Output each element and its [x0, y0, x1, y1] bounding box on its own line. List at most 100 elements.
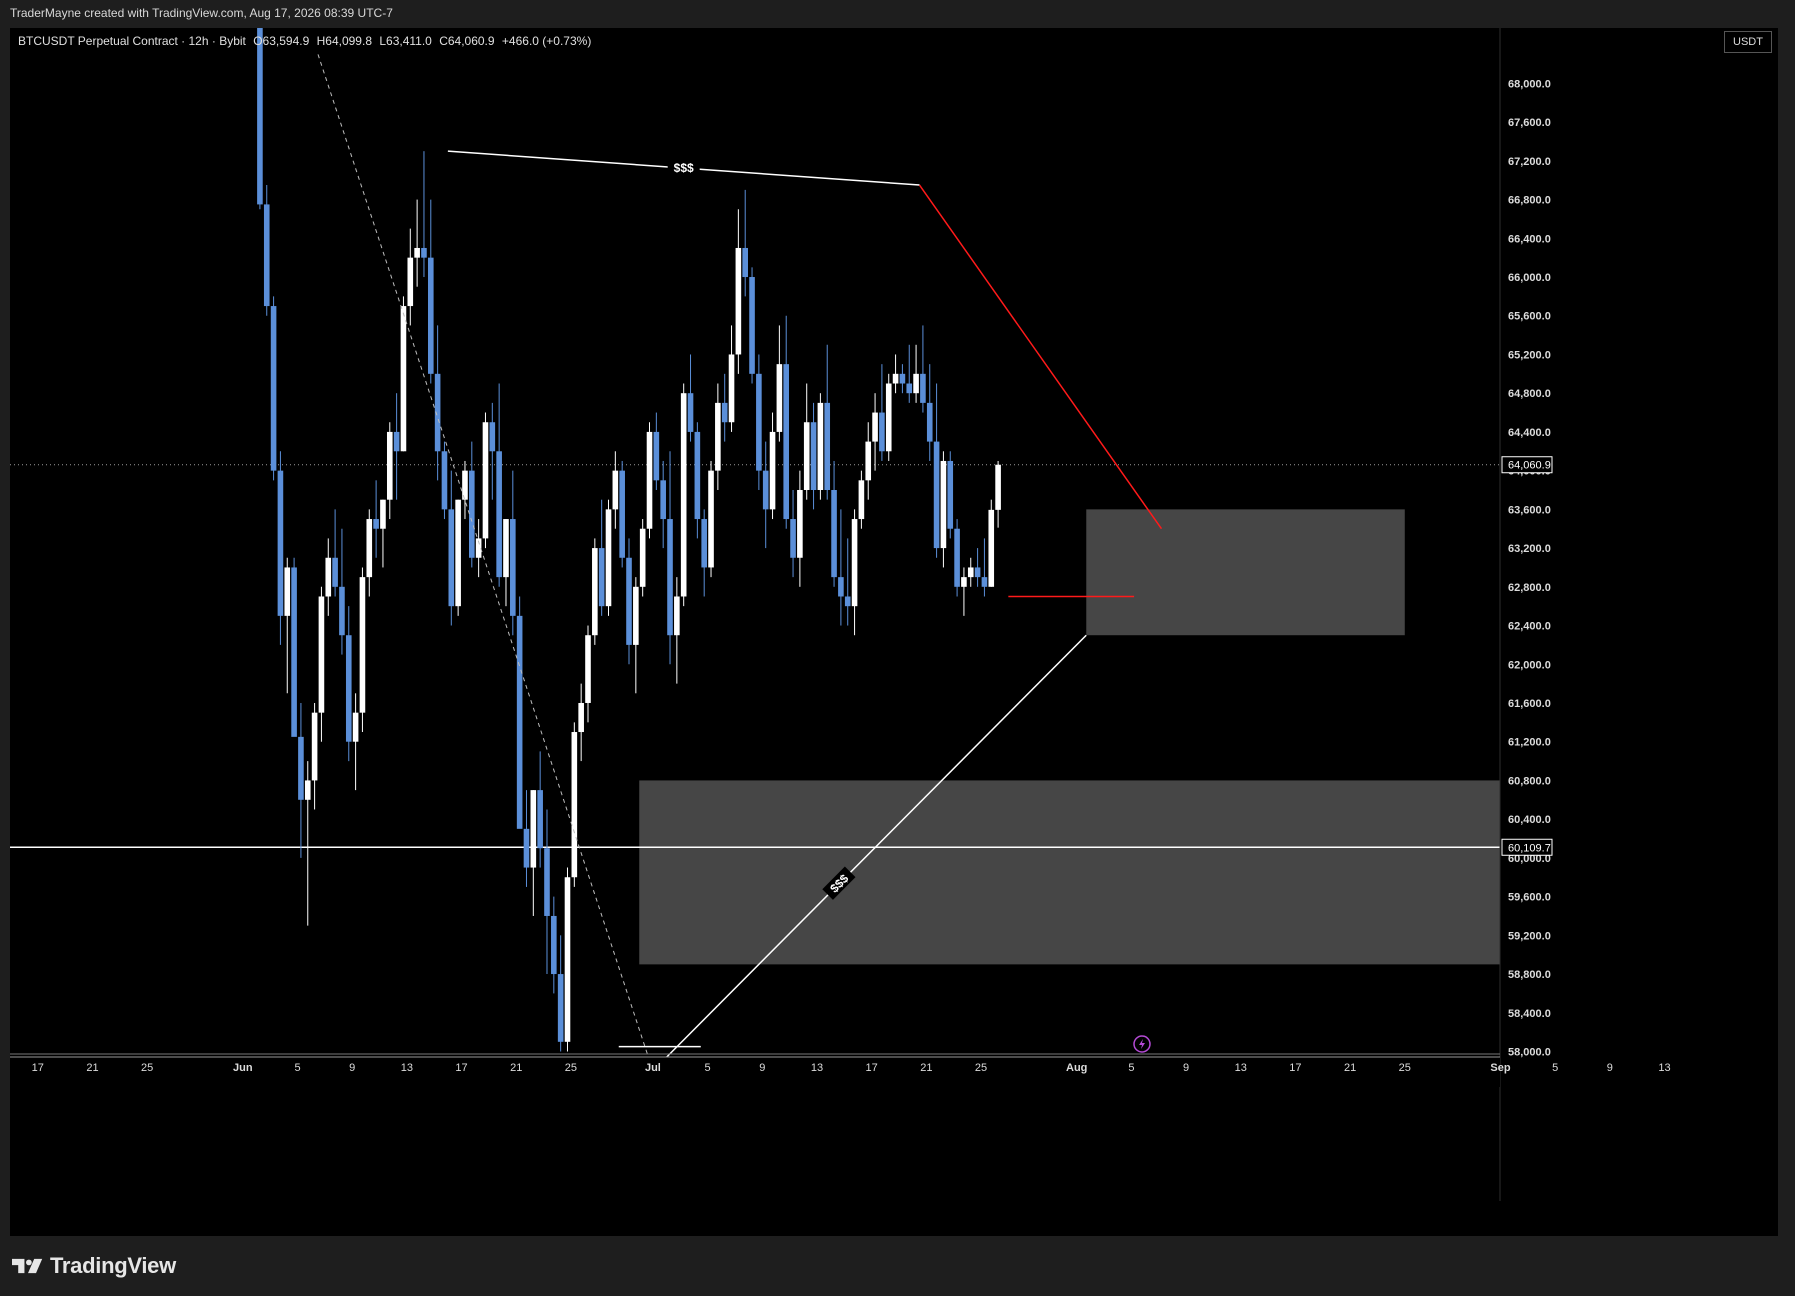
candle-body — [783, 364, 790, 520]
candle-body — [441, 451, 448, 510]
candle-body — [482, 422, 489, 539]
candle-body — [742, 247, 749, 278]
price-tick-label: 67,600.0 — [1508, 117, 1551, 129]
candle-body — [325, 557, 332, 597]
candle-body — [304, 780, 311, 800]
legend-close: C64,060.9 — [439, 34, 495, 48]
price-tick-label: 67,200.0 — [1508, 156, 1551, 168]
candle — [626, 538, 632, 665]
candle-body — [291, 567, 297, 737]
candle — [462, 460, 468, 520]
date-tick-label: 17 — [1289, 1062, 1301, 1074]
legend-low: L63,411.0 — [379, 34, 432, 48]
candle — [687, 354, 694, 442]
candle-body — [311, 712, 318, 781]
date-tick-label: 25 — [141, 1062, 153, 1074]
candle-body — [585, 635, 591, 703]
price-tick-label: 60,400.0 — [1508, 814, 1551, 826]
price-tick-label: 68,000.0 — [1508, 78, 1551, 90]
price-tick-label: 58,800.0 — [1508, 969, 1551, 981]
candle-body — [756, 373, 762, 471]
date-tick-label: 25 — [975, 1062, 987, 1074]
candle-body — [598, 548, 605, 607]
candle-body — [270, 306, 277, 471]
candle-body — [667, 519, 673, 636]
candle — [475, 519, 482, 578]
candle-body — [892, 373, 899, 384]
candle-body — [496, 451, 502, 578]
date-tick-label: Sep — [1490, 1062, 1510, 1074]
candle-body — [393, 431, 400, 452]
symbol-name: BTCUSDT Perpetual Contract · 12h · Bybit — [18, 34, 246, 48]
candlestick-chart[interactable]: $$$$$$58,000.058,400.058,800.059,200.059… — [10, 28, 1778, 1236]
candle — [721, 373, 728, 442]
candle — [523, 790, 530, 887]
candle-body — [537, 790, 543, 849]
candle-body — [715, 402, 721, 471]
price-tick-label: 63,200.0 — [1508, 543, 1551, 555]
chart-area[interactable]: $$$ $$$ 58,000.0 58,400.0 58,800.0 59,200.0 59… — [10, 28, 1778, 1236]
candle-body — [810, 422, 817, 491]
date-tick-label: Jun — [233, 1062, 253, 1074]
date-tick-label: Aug — [1066, 1062, 1087, 1074]
candle — [592, 538, 598, 645]
date-tick-label: 21 — [1344, 1062, 1356, 1074]
supply-demand-zone — [639, 780, 1500, 965]
date-tick-label: 17 — [866, 1062, 878, 1074]
candle-body — [913, 373, 919, 394]
candle — [373, 480, 379, 558]
candle — [667, 451, 673, 665]
candle-body — [933, 441, 940, 549]
date-tick-label: 13 — [1658, 1062, 1670, 1074]
candle — [872, 393, 878, 471]
candle — [304, 761, 311, 926]
candle-body — [427, 257, 434, 374]
tradingview-logo[interactable]: TradingView — [12, 1252, 176, 1280]
candle-body — [400, 306, 407, 452]
date-tick-label: 9 — [349, 1062, 355, 1074]
candle — [537, 751, 543, 868]
candle — [277, 451, 284, 645]
price-tick-label: 60,800.0 — [1508, 775, 1551, 787]
date-tick-label: 25 — [565, 1062, 577, 1074]
price-tick-label: 64,800.0 — [1508, 388, 1551, 400]
candle-body — [749, 277, 755, 374]
candle-body — [885, 383, 892, 452]
candle-body — [339, 586, 345, 636]
candle — [332, 509, 338, 597]
candle — [510, 470, 516, 636]
legend-open: O63,594.9 — [253, 34, 310, 48]
candle — [892, 354, 899, 394]
candle-body — [455, 499, 461, 607]
candle — [660, 460, 666, 549]
candle — [947, 451, 954, 539]
date-tick-label: 13 — [401, 1062, 413, 1074]
candle-body — [728, 354, 735, 423]
price-tick-label: 65,200.0 — [1508, 349, 1551, 361]
date-tick-label: 9 — [1607, 1062, 1613, 1074]
currency-button[interactable]: USDT — [1724, 31, 1772, 53]
candle-body — [824, 402, 831, 491]
current-price-label: 64,060.9 — [1508, 460, 1551, 472]
candle-body — [284, 567, 291, 616]
candle-body — [605, 509, 612, 607]
candle-body — [612, 470, 619, 510]
candle — [359, 567, 366, 733]
candle-body — [510, 519, 516, 616]
candle-body — [421, 247, 427, 258]
candle — [619, 460, 625, 568]
candle — [674, 577, 680, 684]
candle — [838, 509, 844, 626]
brand-name: TradingView — [50, 1253, 176, 1278]
candle-body — [557, 974, 564, 1042]
candle-body — [359, 577, 366, 713]
date-tick-label: Jul — [645, 1062, 661, 1074]
candle — [345, 606, 352, 762]
price-tick-label: 66,800.0 — [1508, 195, 1551, 207]
price-tick-label: 58,000.0 — [1508, 1047, 1551, 1059]
candle-body — [803, 422, 810, 491]
candle — [263, 185, 270, 316]
candle — [749, 267, 755, 384]
candle-body — [776, 364, 783, 432]
candle — [578, 683, 584, 762]
